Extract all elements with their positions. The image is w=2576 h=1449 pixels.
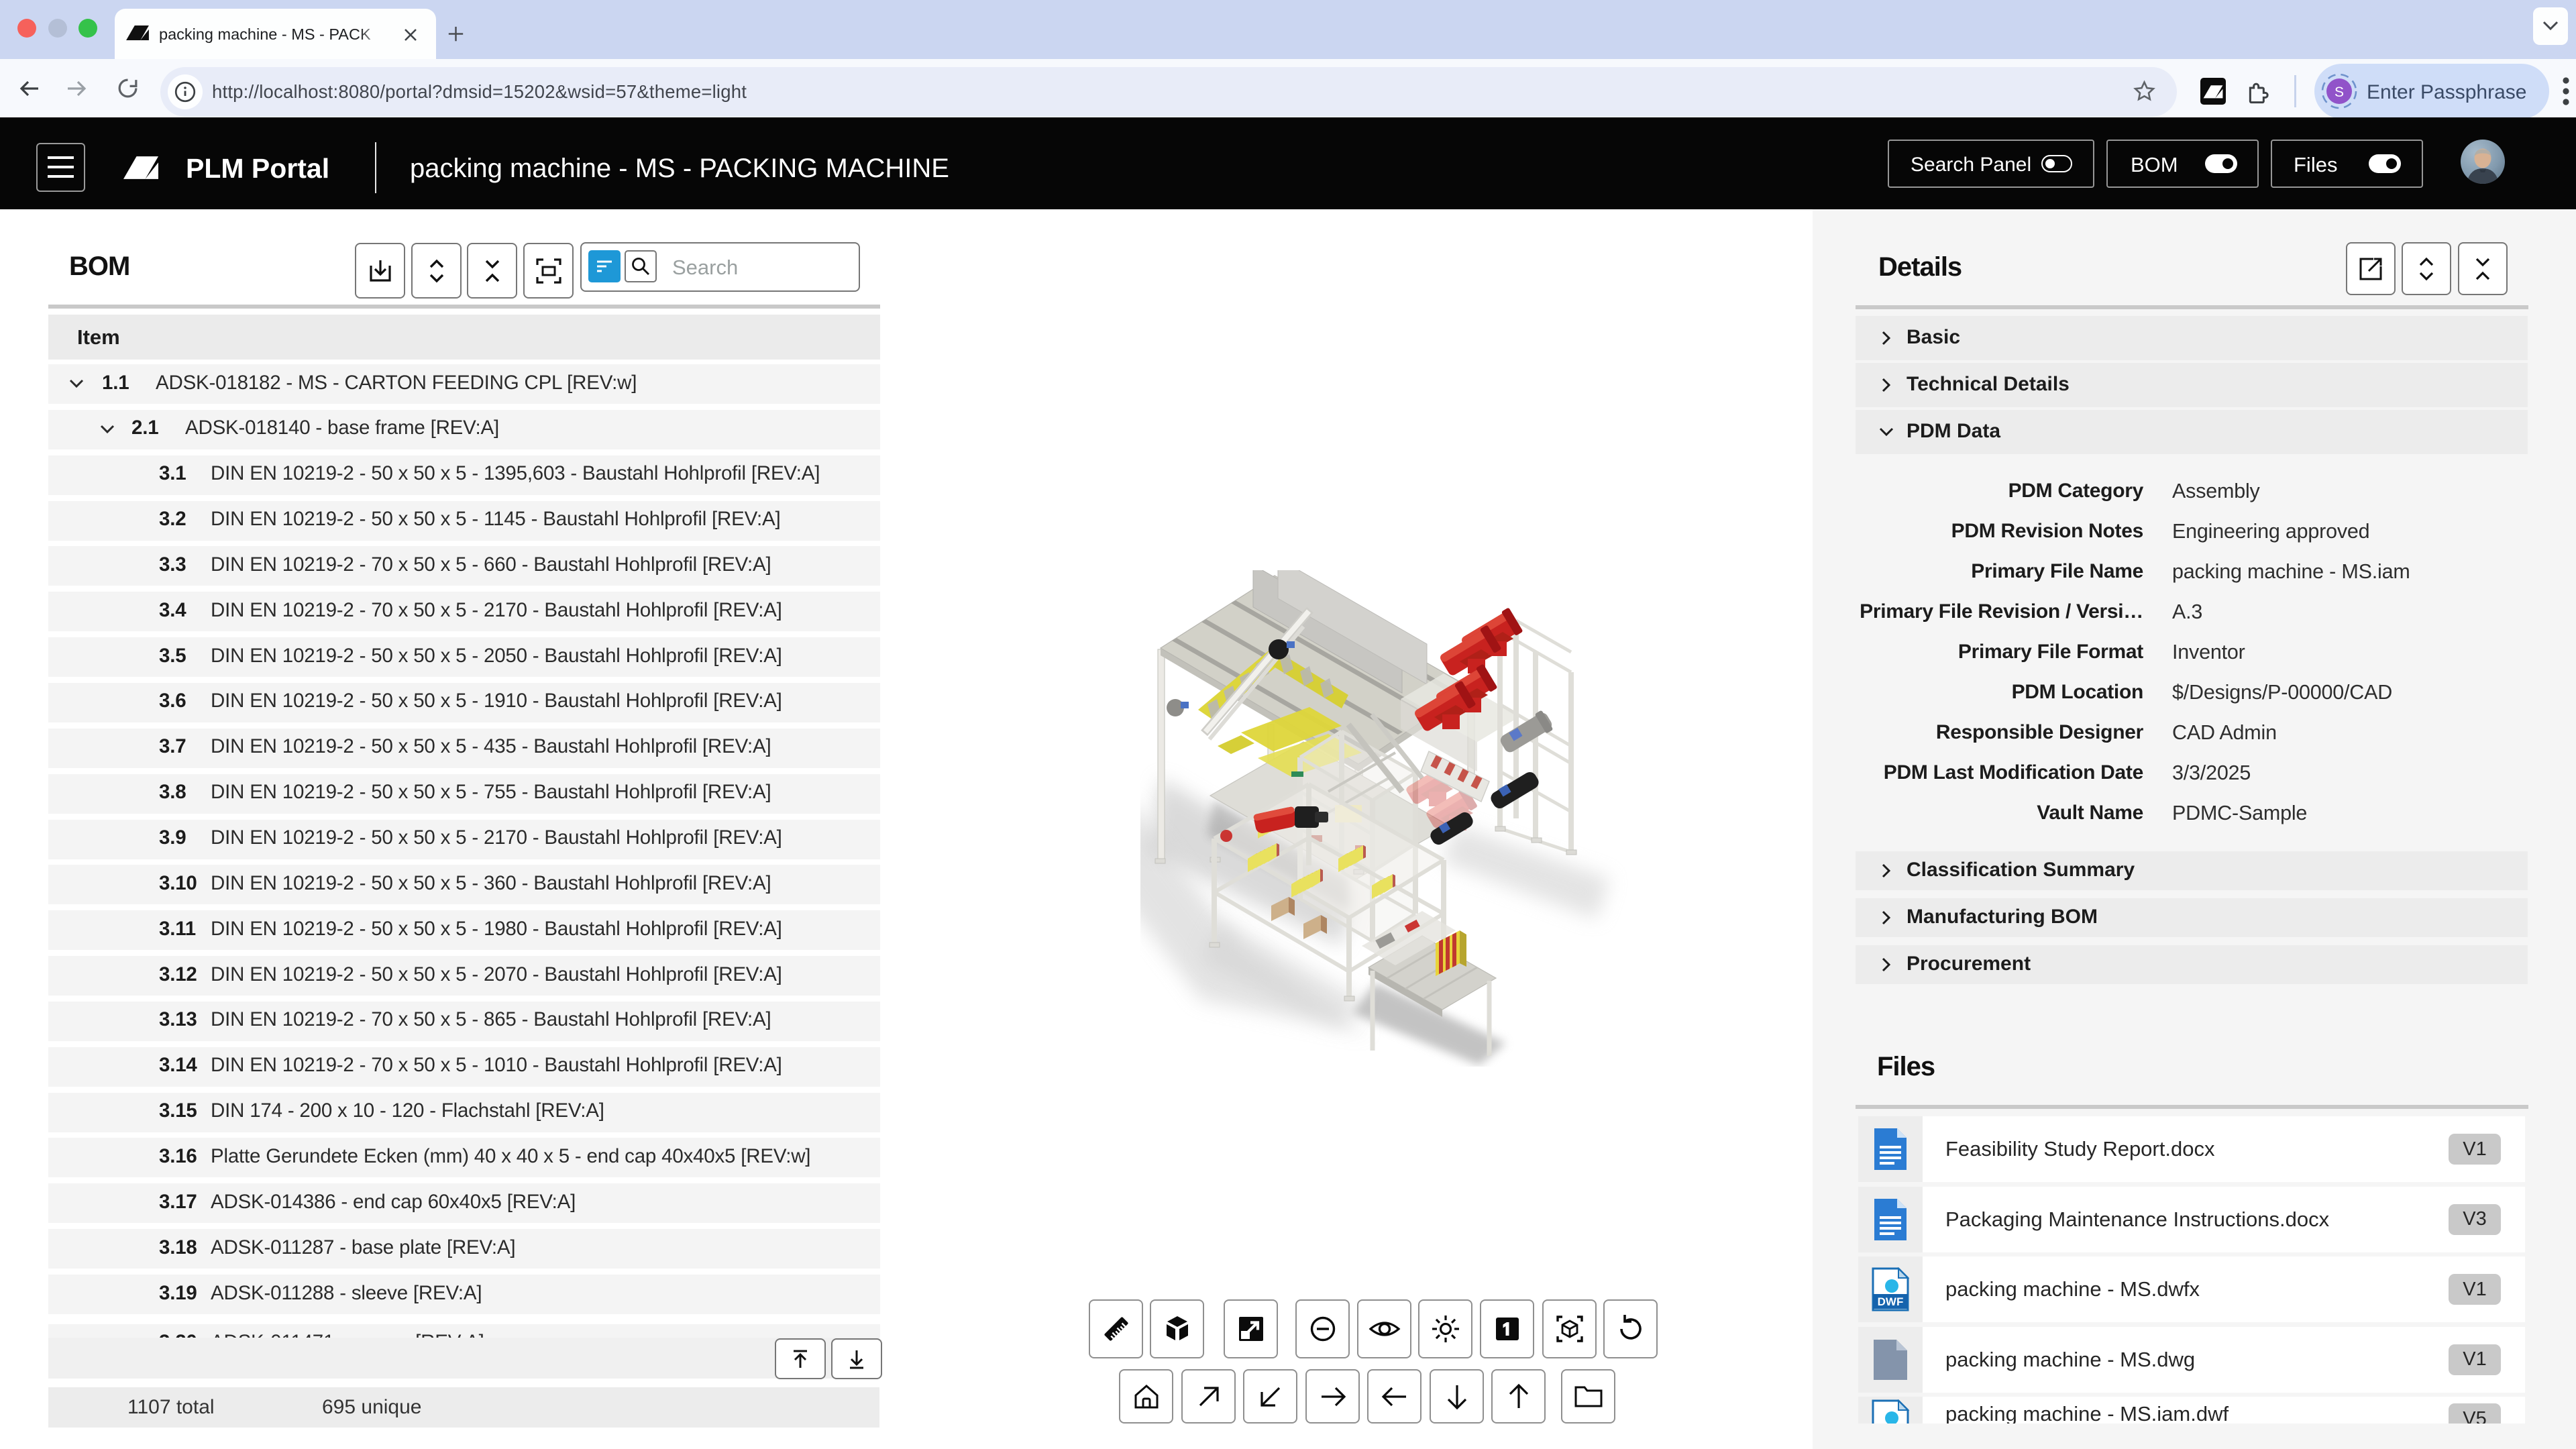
svg-text:DWF: DWF (1878, 1295, 1904, 1308)
svg-text:S: S (2334, 85, 2344, 100)
